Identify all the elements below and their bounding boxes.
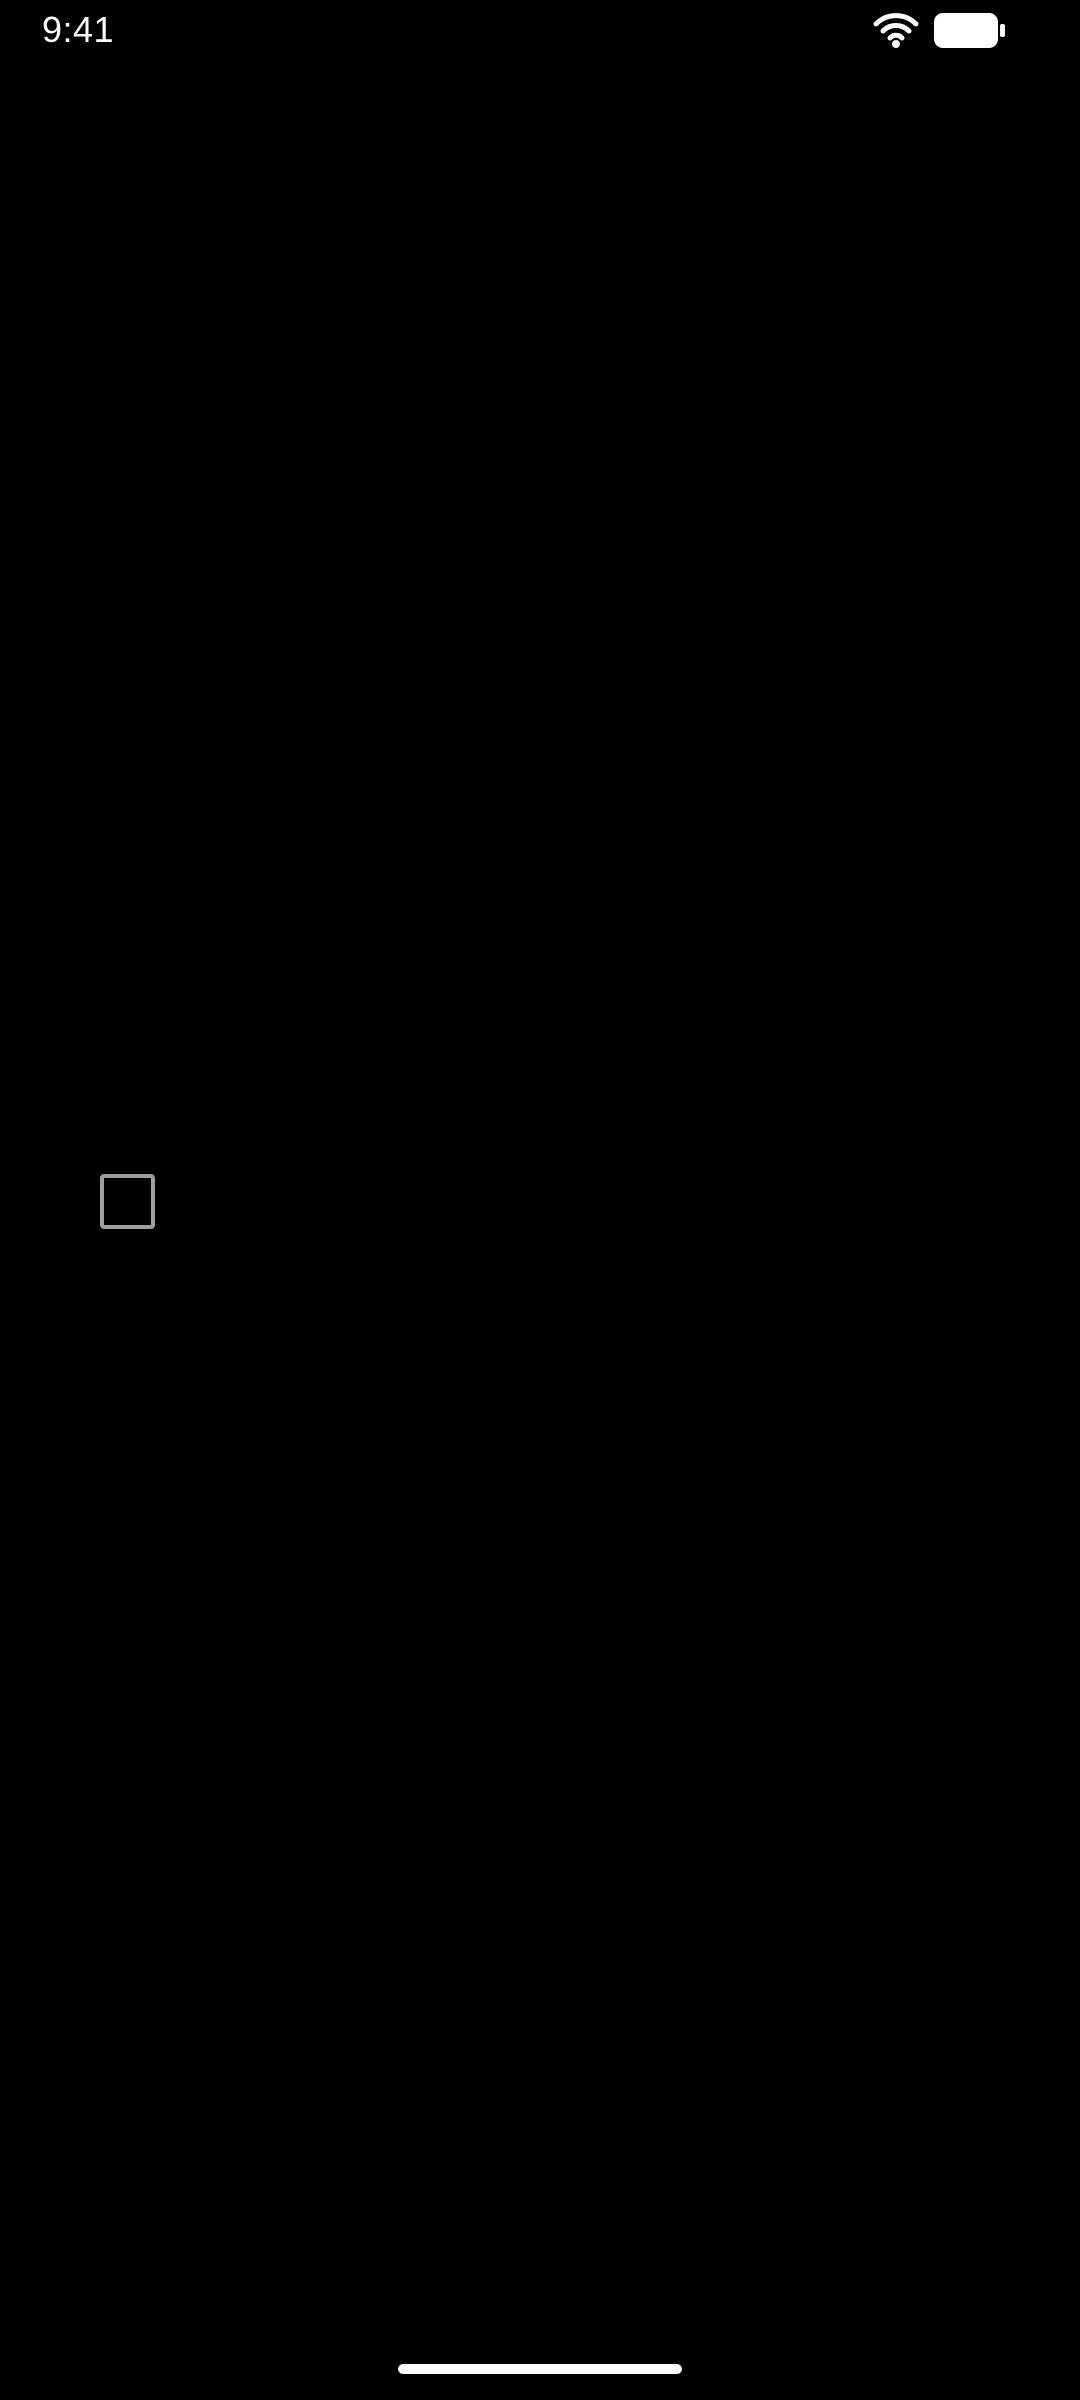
app-screen: 9:41: [0, 0, 1080, 2400]
status-time: 9:41: [42, 9, 115, 50]
wifi-icon: [873, 13, 919, 48]
home-indicator[interactable]: [398, 2364, 682, 2374]
status-bar: 9:41: [0, 0, 1080, 60]
checkbox[interactable]: [100, 1174, 155, 1229]
battery-icon: [934, 13, 1005, 48]
